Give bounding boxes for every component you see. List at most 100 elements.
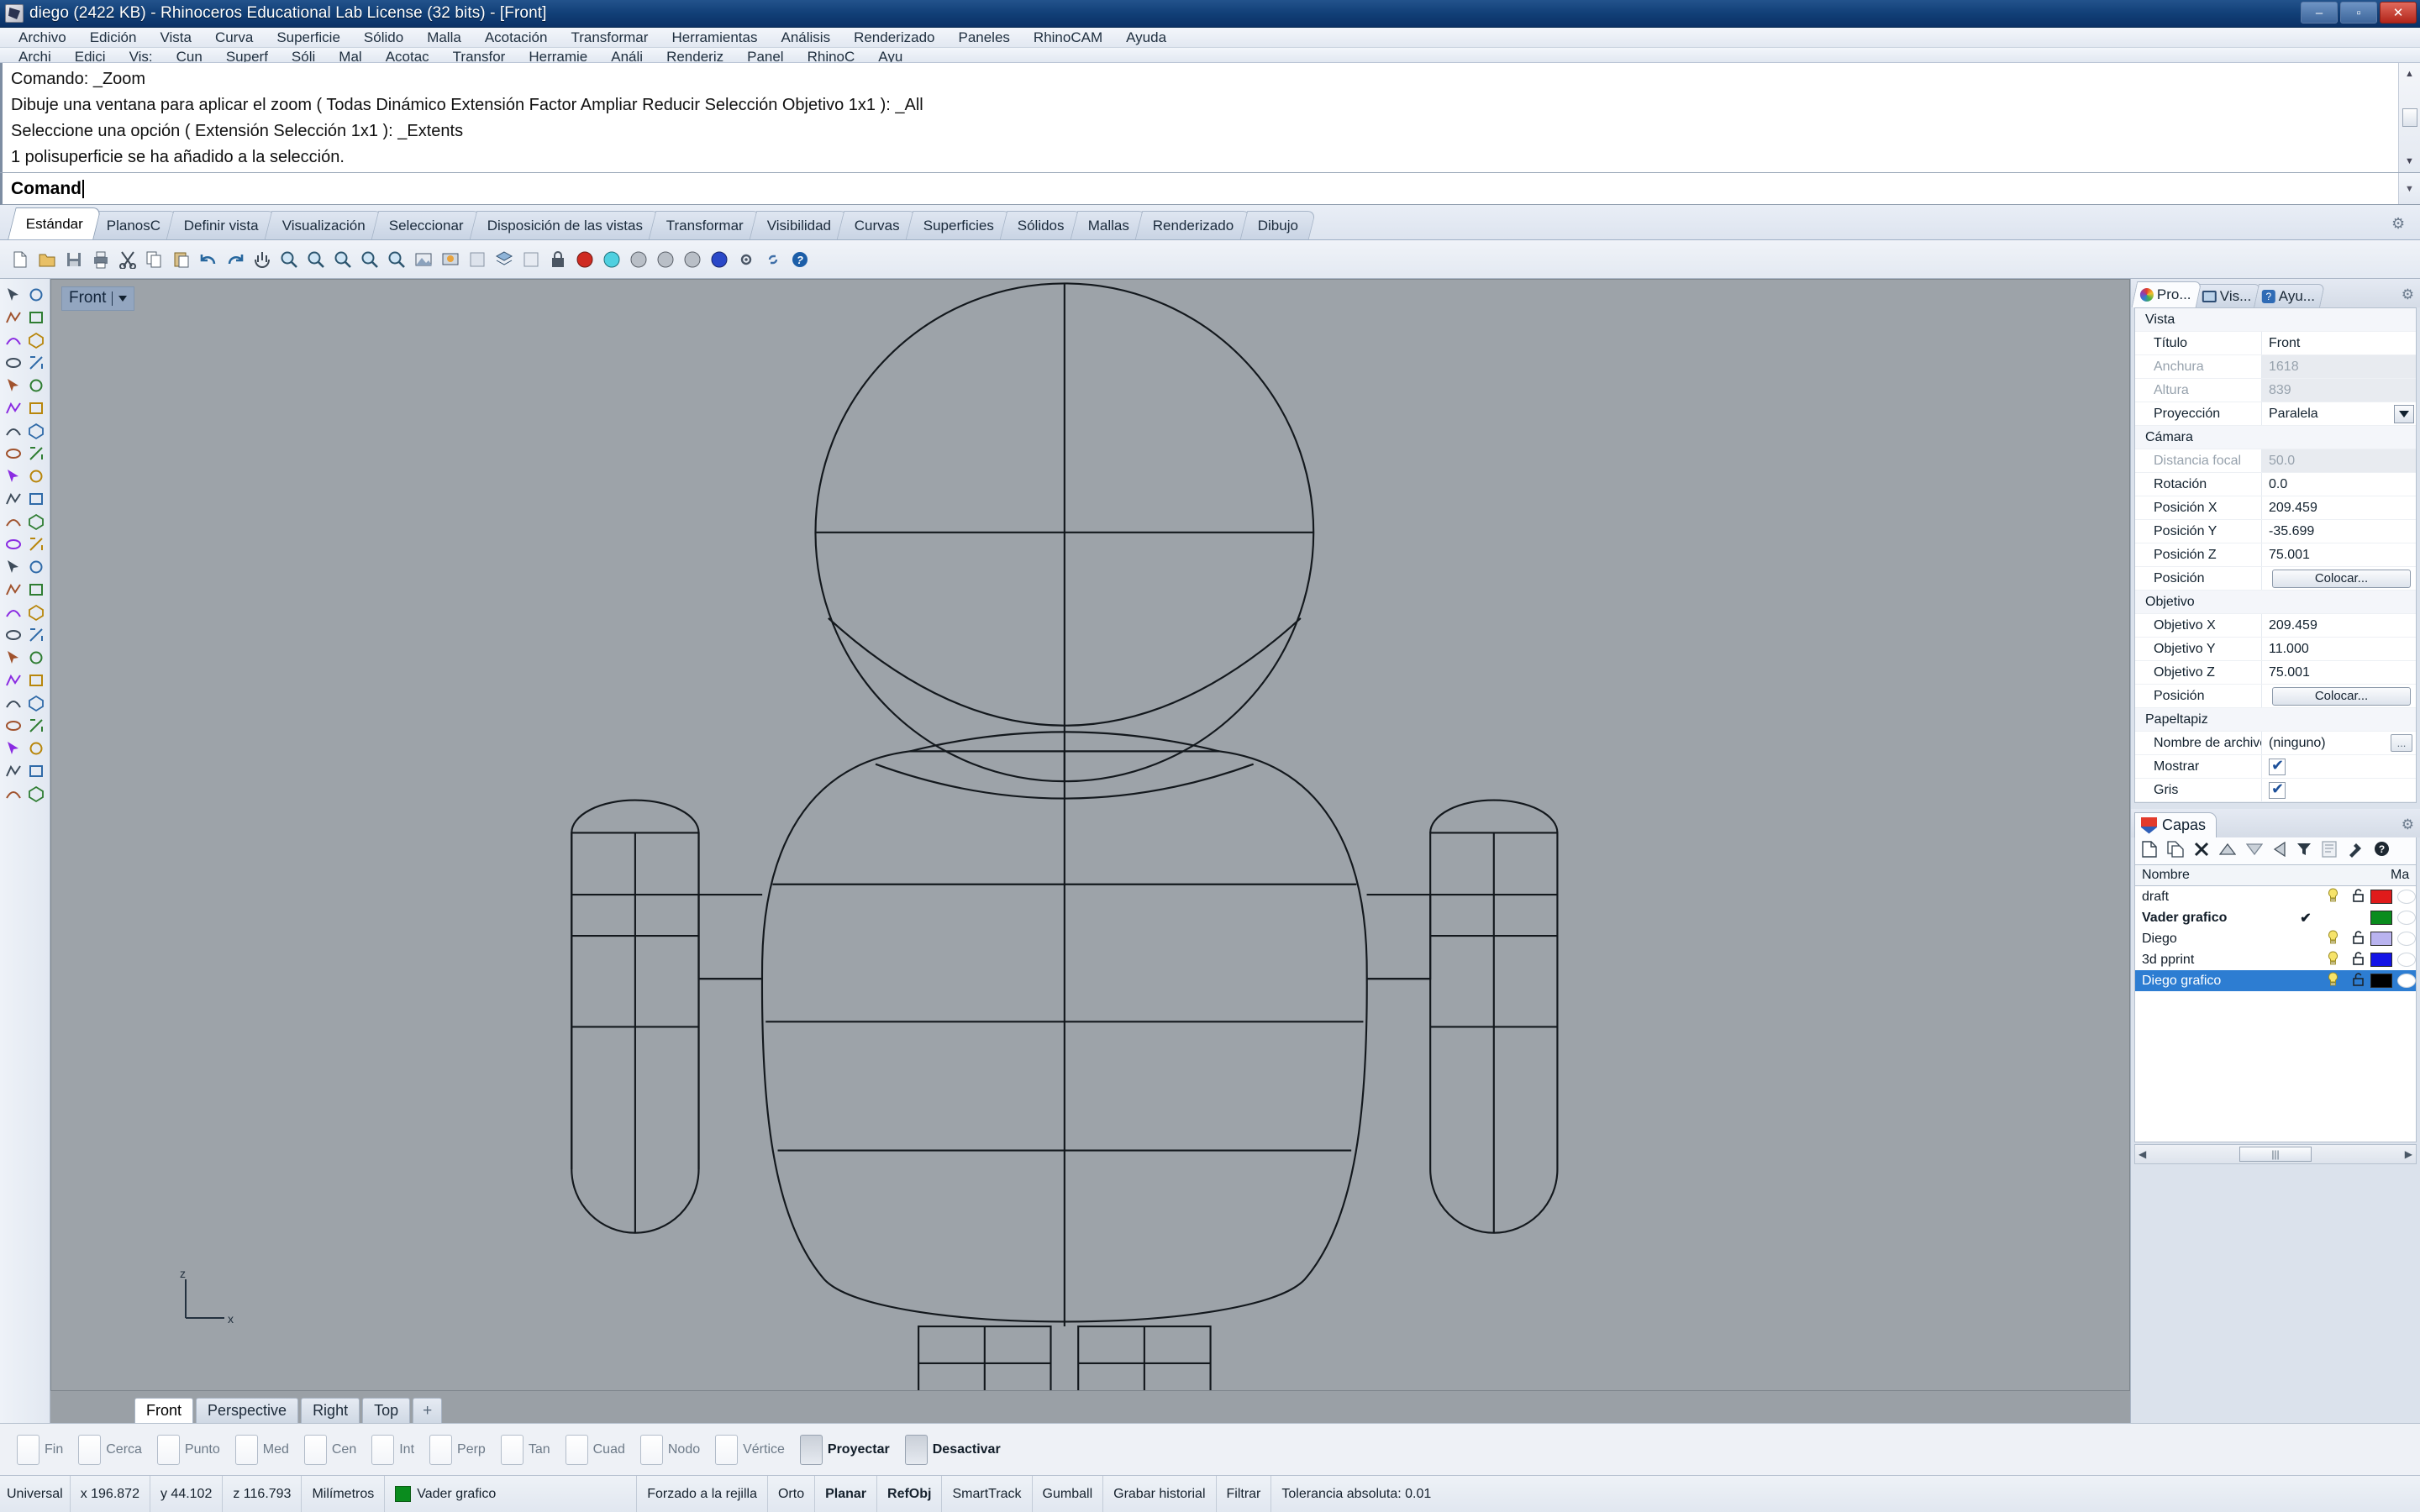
status-toggle-orto[interactable]: Orto bbox=[768, 1476, 816, 1512]
layer-lock-icon[interactable] bbox=[2345, 930, 2370, 948]
gear-icon[interactable]: ⚙ bbox=[2402, 816, 2414, 833]
pipe-icon[interactable] bbox=[3, 579, 24, 601]
network-icon[interactable] bbox=[25, 488, 47, 510]
arc-icon[interactable] bbox=[3, 329, 24, 351]
status-toggle-smarttrack[interactable]: SmartTrack bbox=[942, 1476, 1033, 1512]
layer-row[interactable]: Vader grafico ✔ bbox=[2135, 907, 2416, 928]
osnap-toggle-box[interactable] bbox=[565, 1434, 588, 1465]
osnap-desactivar[interactable]: Desactivar bbox=[904, 1434, 1001, 1465]
tab-seleccionar[interactable]: Seleccionar bbox=[371, 211, 482, 239]
osnap-int[interactable]: Int bbox=[371, 1434, 414, 1465]
layer-row[interactable]: Diego bbox=[2135, 928, 2416, 949]
panel-tab-pro[interactable]: Pro... bbox=[2131, 281, 2202, 307]
tab-s-lidos[interactable]: Sólidos bbox=[999, 211, 1083, 239]
redo-icon[interactable] bbox=[222, 246, 248, 272]
cut-icon[interactable] bbox=[114, 246, 140, 272]
tab-est-ndar[interactable]: Estándar bbox=[8, 207, 102, 239]
status-toggle-refobj[interactable]: RefObj bbox=[877, 1476, 943, 1512]
colocar-button[interactable]: Colocar... bbox=[2272, 569, 2411, 588]
colocar-button[interactable]: Colocar... bbox=[2272, 686, 2411, 706]
link-icon[interactable] bbox=[760, 246, 786, 272]
property-value[interactable] bbox=[2261, 755, 2416, 778]
layer-row[interactable]: draft bbox=[2135, 886, 2416, 907]
freeform-curve-icon[interactable] bbox=[25, 375, 47, 396]
layer-visibility-bulb-icon[interactable] bbox=[2320, 950, 2345, 969]
property-value[interactable]: 75.001 bbox=[2261, 661, 2416, 684]
light-icon[interactable] bbox=[25, 783, 47, 805]
osnap-toggle-box[interactable] bbox=[639, 1434, 663, 1465]
menu-item-edici-n[interactable]: Edición bbox=[78, 28, 149, 47]
menu-item-vista[interactable]: Vista bbox=[148, 28, 203, 47]
fillet-edge-icon[interactable] bbox=[25, 579, 47, 601]
property-value[interactable]: 839 bbox=[2261, 379, 2416, 402]
osnap-tan[interactable]: Tan bbox=[500, 1434, 550, 1465]
scroll-down-icon[interactable]: ▼ bbox=[2399, 150, 2420, 172]
status-bar[interactable]: Universal x 196.872 y 44.102 z 116.793 Milím… bbox=[0, 1475, 2420, 1512]
arrow-select-icon[interactable] bbox=[3, 284, 24, 306]
sphere-icon[interactable] bbox=[25, 511, 47, 533]
panel-tab-ayu[interactable]: ? Ayu... bbox=[2254, 284, 2326, 307]
close-button[interactable]: ✕ bbox=[2380, 2, 2417, 24]
tab-definir-vista[interactable]: Definir vista bbox=[166, 211, 277, 239]
boolean-union-icon[interactable] bbox=[3, 556, 24, 578]
property-value[interactable]: 0.0 bbox=[2261, 473, 2416, 496]
status-toggle-filtrar[interactable]: Filtrar bbox=[1217, 1476, 1272, 1512]
cone-icon[interactable] bbox=[25, 533, 47, 555]
osnap-toggle-box[interactable] bbox=[17, 1434, 39, 1465]
property-row[interactable]: Proyección Paralela bbox=[2135, 402, 2416, 426]
osnap-proyectar[interactable]: Proyectar bbox=[799, 1434, 890, 1465]
status-cplane[interactable]: Universal bbox=[0, 1476, 71, 1512]
property-value[interactable]: 75.001 bbox=[2261, 543, 2416, 566]
menu-item-ayuda[interactable]: Ayuda bbox=[1114, 28, 1178, 47]
ellipse-icon[interactable] bbox=[3, 352, 24, 374]
new-file-icon[interactable] bbox=[7, 246, 33, 272]
viewport-tab-perspective[interactable]: Perspective bbox=[196, 1398, 299, 1423]
tab-visualizaci-n[interactable]: Visualización bbox=[264, 211, 384, 239]
offset-icon[interactable] bbox=[3, 420, 24, 442]
column-nombre[interactable]: Nombre bbox=[2135, 868, 2391, 883]
object-blue-icon[interactable] bbox=[706, 246, 732, 272]
property-row[interactable]: Rotación 0.0 bbox=[2135, 473, 2416, 496]
property-value[interactable]: Colocar... bbox=[2261, 567, 2416, 590]
osnap-med[interactable]: Med bbox=[234, 1434, 289, 1465]
property-value[interactable]: Colocar... bbox=[2261, 685, 2416, 707]
rotate-icon[interactable] bbox=[25, 601, 47, 623]
menu-item-clipped[interactable]: Edici bbox=[63, 48, 118, 62]
patch-icon[interactable] bbox=[3, 488, 24, 510]
command-line[interactable]: Comand ▼ bbox=[0, 173, 2420, 205]
property-row[interactable]: Gris bbox=[2135, 779, 2416, 802]
undo-icon[interactable] bbox=[195, 246, 221, 272]
standard-toolbar[interactable]: ? bbox=[0, 240, 2420, 279]
polygon-icon[interactable] bbox=[3, 375, 24, 396]
current-layer-check-icon[interactable]: ✔ bbox=[2291, 910, 2320, 927]
layers-panel-tab-row[interactable]: Capas ⚙ bbox=[2131, 809, 2420, 837]
layer-visibility-bulb-icon[interactable] bbox=[2320, 887, 2345, 906]
osnap-perp[interactable]: Perp bbox=[429, 1434, 486, 1465]
layer-color-swatch[interactable] bbox=[2370, 953, 2392, 967]
join-icon[interactable] bbox=[3, 692, 24, 714]
help-icon[interactable]: ? bbox=[2374, 841, 2390, 861]
property-row[interactable]: Nombre de archivo (ninguno)... bbox=[2135, 732, 2416, 755]
object-cyan-icon[interactable] bbox=[598, 246, 624, 272]
extend-icon[interactable] bbox=[25, 397, 47, 419]
copy-icon[interactable] bbox=[141, 246, 167, 272]
layer-color-swatch[interactable] bbox=[2370, 974, 2392, 988]
osnap-toggle-box[interactable] bbox=[429, 1434, 453, 1465]
menu-item-clipped[interactable]: Renderiz bbox=[655, 48, 735, 62]
layer-color-swatch[interactable] bbox=[2370, 911, 2392, 925]
viewport-tab-front[interactable]: Front bbox=[134, 1398, 194, 1423]
layer-row[interactable]: Diego grafico bbox=[2135, 970, 2416, 991]
osnap-v-rtice[interactable]: Vértice bbox=[715, 1434, 785, 1465]
filter-icon[interactable] bbox=[2296, 842, 2312, 861]
scale-icon[interactable] bbox=[3, 624, 24, 646]
layer-lock-icon[interactable] bbox=[2345, 972, 2370, 990]
layer-lock-icon[interactable] bbox=[2345, 888, 2370, 906]
osnap-toggle-box[interactable] bbox=[78, 1434, 102, 1465]
gear-icon[interactable]: ⚙ bbox=[2391, 216, 2408, 233]
osnap-toggle-box[interactable] bbox=[371, 1434, 395, 1465]
column-material[interactable]: Ma bbox=[2391, 868, 2416, 883]
menu-item-clipped[interactable]: Sóli bbox=[280, 48, 327, 62]
menu-bar[interactable]: Archivo Edición Vista Curva Superficie Sólido… bbox=[0, 28, 2420, 48]
menu-item-renderizado[interactable]: Renderizado bbox=[842, 28, 946, 47]
scrollbar-thumb[interactable]: ||| bbox=[2239, 1147, 2312, 1162]
